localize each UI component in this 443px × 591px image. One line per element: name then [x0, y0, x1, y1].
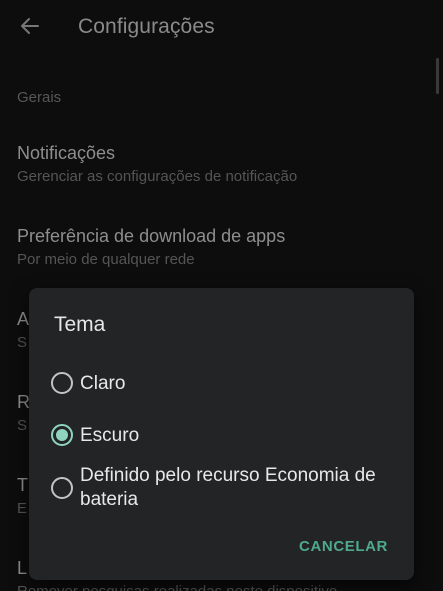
option-label: Claro: [80, 373, 126, 394]
settings-item-subtitle: Remover pesquisas realizadas neste dispo…: [17, 582, 437, 591]
arrow-left-icon: [21, 18, 39, 34]
theme-option-escuro[interactable]: Escuro: [51, 424, 390, 448]
settings-item-subtitle: Gerenciar as configurações de notificaçã…: [17, 168, 298, 185]
settings-item-title: Preferência de download de apps: [17, 226, 286, 246]
theme-option-claro[interactable]: Claro: [51, 372, 390, 396]
settings-screen: Configurações Gerais Notificações Gerenc…: [0, 0, 443, 591]
settings-item-title: Notificações: [17, 143, 116, 163]
app-bar: Configurações: [0, 0, 443, 56]
back-button[interactable]: [14, 10, 46, 42]
radio-unchecked-icon[interactable]: [51, 372, 73, 394]
scrollbar[interactable]: [436, 58, 439, 94]
settings-item-download-preference[interactable]: Preferência de download de apps Por meio…: [17, 225, 437, 270]
radio-checked-icon[interactable]: [51, 424, 73, 446]
radio-unchecked-icon[interactable]: [51, 477, 73, 499]
page-title: Configurações: [78, 15, 215, 38]
option-label: Escuro: [80, 425, 140, 446]
dialog-title: Tema: [54, 313, 106, 336]
settings-item-subtitle: Por meio de qualquer rede: [17, 251, 195, 268]
theme-dialog: Tema Claro Escuro Definido pelo recurso …: [29, 288, 414, 580]
theme-option-economia-bateria[interactable]: Definido pelo recurso Economia de bateri…: [51, 464, 390, 512]
option-label: Definido pelo recurso Economia de bateri…: [80, 465, 376, 510]
settings-item-notificacoes[interactable]: Notificações Gerenciar as configurações …: [17, 142, 437, 187]
section-label-gerais: Gerais: [17, 89, 62, 106]
cancel-button[interactable]: CANCELAR: [299, 538, 388, 555]
